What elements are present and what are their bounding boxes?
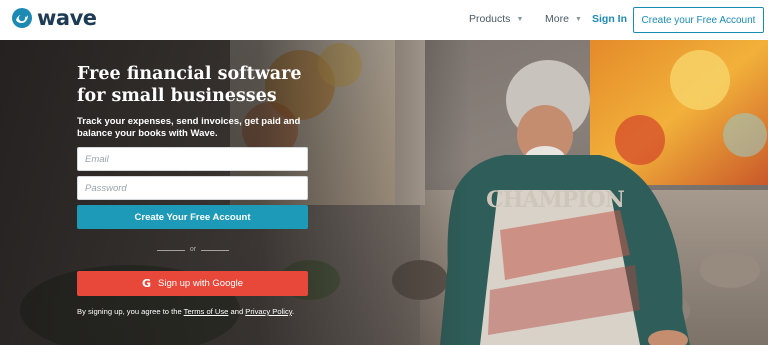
- terms-of-use-link[interactable]: Terms of Use: [184, 307, 229, 316]
- legal-prefix: By signing up, you agree to the: [77, 307, 184, 316]
- chevron-down-icon: ▼: [516, 15, 524, 23]
- privacy-policy-link[interactable]: Privacy Policy: [245, 307, 292, 316]
- nav-more-menu[interactable]: More ▼: [545, 13, 582, 25]
- google-signup-label: Sign up with Google: [158, 278, 244, 289]
- hero-subtitle: Track your expenses, send invoices, get …: [77, 116, 301, 139]
- nav-products-label: Products: [469, 13, 511, 25]
- wave-logo-icon: [12, 8, 32, 28]
- chevron-down-icon: ▼: [574, 15, 582, 23]
- create-account-button[interactable]: Create Your Free Account: [77, 205, 308, 229]
- legal-suffix: .: [292, 307, 295, 316]
- email-field[interactable]: [77, 147, 308, 171]
- or-divider: or: [157, 245, 229, 255]
- wave-logo[interactable]: wave: [12, 6, 97, 30]
- hero-section: CHAMPION Free financial software for sma…: [0, 40, 768, 345]
- hero-title-line-1: Free financial software: [77, 64, 302, 84]
- shirt-print-text: CHAMPION: [486, 187, 625, 213]
- top-nav-bar: wave Products ▼ More ▼ Sign In Create yo…: [0, 0, 768, 40]
- divider-line-right: [201, 250, 229, 251]
- sign-in-link[interactable]: Sign In: [592, 13, 627, 25]
- logo-wordmark: wave: [37, 6, 97, 30]
- hero-title: Free financial software for small busine…: [77, 63, 337, 107]
- header-create-account-button[interactable]: Create your Free Account: [633, 7, 764, 33]
- password-field[interactable]: [77, 176, 308, 200]
- legal-middle: and: [228, 307, 246, 316]
- google-signup-button[interactable]: G Sign up with Google: [77, 271, 308, 296]
- hero-title-line-2: for small businesses: [77, 86, 277, 106]
- nav-more-label: More: [545, 13, 569, 25]
- nav-products-menu[interactable]: Products ▼: [469, 13, 523, 25]
- legal-notice: By signing up, you agree to the Terms of…: [77, 307, 337, 317]
- google-icon: G: [141, 277, 151, 290]
